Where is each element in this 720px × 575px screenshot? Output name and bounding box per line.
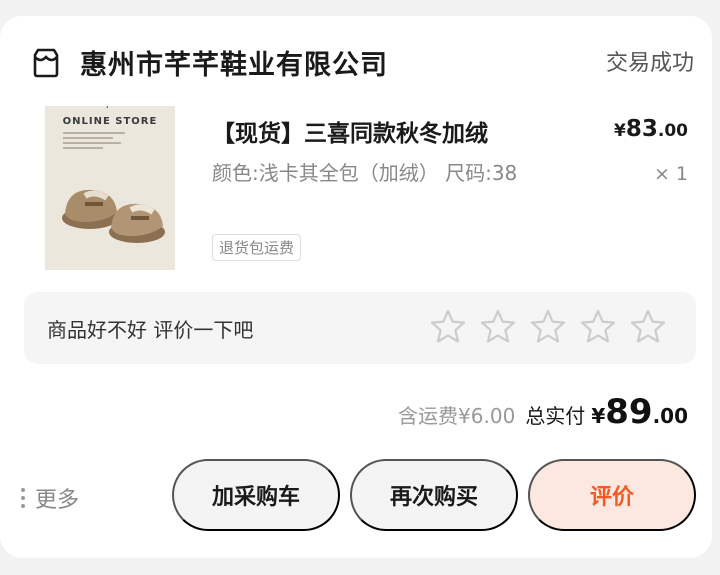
shipping-fee: 含运费¥6.00 <box>398 404 516 428</box>
buy-again-button[interactable]: 再次购买 <box>350 459 518 531</box>
shop-name[interactable]: 惠州市芊芊鞋业有限公司 <box>80 43 388 82</box>
return-shipping-badge: 退货包运费 <box>212 234 302 261</box>
more-dots-icon <box>21 486 25 510</box>
star-icon[interactable] <box>629 308 667 346</box>
product-price: ¥83.00 <box>614 116 688 142</box>
rating-panel: 商品好不好 评价一下吧 <box>24 292 696 364</box>
order-total: 含运费¥6.00 总实付 ¥89.00 <box>398 392 688 432</box>
price-decimal: .00 <box>657 121 688 141</box>
total-integer: 89 <box>605 392 653 432</box>
rating-prompt: 商品好不好 评价一下吧 <box>47 318 254 342</box>
more-label: 更多 <box>35 488 80 513</box>
more-menu[interactable]: 更多 <box>21 482 79 514</box>
order-card: 惠州市芊芊鞋业有限公司 交易成功 + ONLINE STORE 【现货】三喜同款… <box>0 16 712 558</box>
add-to-cart-button[interactable]: 加采购车 <box>172 459 340 531</box>
star-rating[interactable] <box>429 308 679 346</box>
shoe-illustration <box>62 189 165 243</box>
product-spec: 颜色:浅卡其全包（加绒） 尺码:38 <box>212 161 518 185</box>
review-button[interactable]: 评价 <box>528 459 696 531</box>
price-symbol: ¥ <box>614 121 626 141</box>
star-icon[interactable] <box>529 308 567 346</box>
total-label: 总实付 <box>525 404 586 428</box>
total-decimal: .00 <box>652 404 688 428</box>
product-quantity: × 1 <box>653 163 688 185</box>
order-status: 交易成功 <box>605 51 694 76</box>
product-image[interactable]: + ONLINE STORE <box>45 106 175 270</box>
shop-header[interactable]: 惠州市芊芊鞋业有限公司 <box>30 43 388 82</box>
star-icon[interactable] <box>579 308 617 346</box>
product-title[interactable]: 【现货】三喜同款秋冬加绒 <box>212 114 488 148</box>
total-symbol: ¥ <box>591 404 606 428</box>
price-integer: 83 <box>625 116 658 142</box>
store-icon <box>33 48 59 77</box>
star-icon[interactable] <box>429 308 467 346</box>
star-icon[interactable] <box>479 308 517 346</box>
